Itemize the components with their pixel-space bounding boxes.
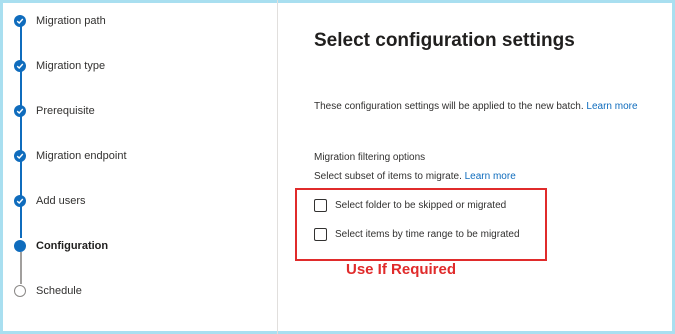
filtering-learn-more-link[interactable]: Learn more — [465, 171, 516, 182]
checkmark-icon — [14, 60, 26, 72]
filtering-subtitle-text: Select subset of items to migrate. — [314, 171, 462, 182]
skip-folder-option[interactable]: Select folder to be skipped or migrated — [314, 199, 506, 212]
skip-folder-label[interactable]: Select folder to be skipped or migrated — [335, 200, 506, 211]
page-title: Select configuration settings — [314, 30, 575, 51]
pending-step-circle-icon — [14, 285, 26, 297]
checkmark-icon — [14, 15, 26, 27]
step-label: Add users — [36, 195, 86, 207]
filtering-section-subtitle: Select subset of items to migrate. Learn… — [314, 171, 516, 182]
step-label: Migration type — [36, 60, 106, 72]
filtering-section-title: Migration filtering options — [314, 152, 426, 163]
checkmark-icon — [14, 105, 26, 117]
step-migration-endpoint[interactable]: Migration endpoint — [14, 148, 127, 164]
step-label: Configuration — [36, 240, 109, 252]
step-migration-type[interactable]: Migration type — [14, 58, 105, 74]
current-step-dot-icon — [14, 240, 26, 252]
step-configuration[interactable]: Configuration — [14, 238, 108, 254]
use-if-required-annotation: Use If Required — [346, 261, 457, 278]
step-add-users[interactable]: Add users — [14, 193, 86, 209]
time-range-option[interactable]: Select items by time range to be migrate… — [314, 228, 520, 241]
step-label: Migration path — [36, 15, 106, 27]
step-label: Prerequisite — [36, 105, 95, 117]
time-range-label[interactable]: Select items by time range to be migrate… — [335, 229, 520, 240]
checkmark-icon — [14, 195, 26, 207]
page-description: These configuration settings will be app… — [314, 101, 638, 112]
step-prerequisite[interactable]: Prerequisite — [14, 103, 95, 119]
learn-more-link[interactable]: Learn more — [586, 101, 637, 112]
step-schedule[interactable]: Schedule — [14, 283, 82, 299]
skip-folder-checkbox[interactable] — [314, 199, 327, 212]
step-label: Migration endpoint — [36, 150, 127, 162]
checkmark-icon — [14, 150, 26, 162]
stepper-track-pending — [20, 252, 22, 284]
description-text: These configuration settings will be app… — [314, 101, 584, 112]
time-range-checkbox[interactable] — [314, 228, 327, 241]
step-label: Schedule — [36, 285, 82, 297]
step-migration-path[interactable]: Migration path — [14, 13, 106, 29]
wizard-stepper: Migration path Migration type Prerequisi… — [0, 0, 278, 334]
